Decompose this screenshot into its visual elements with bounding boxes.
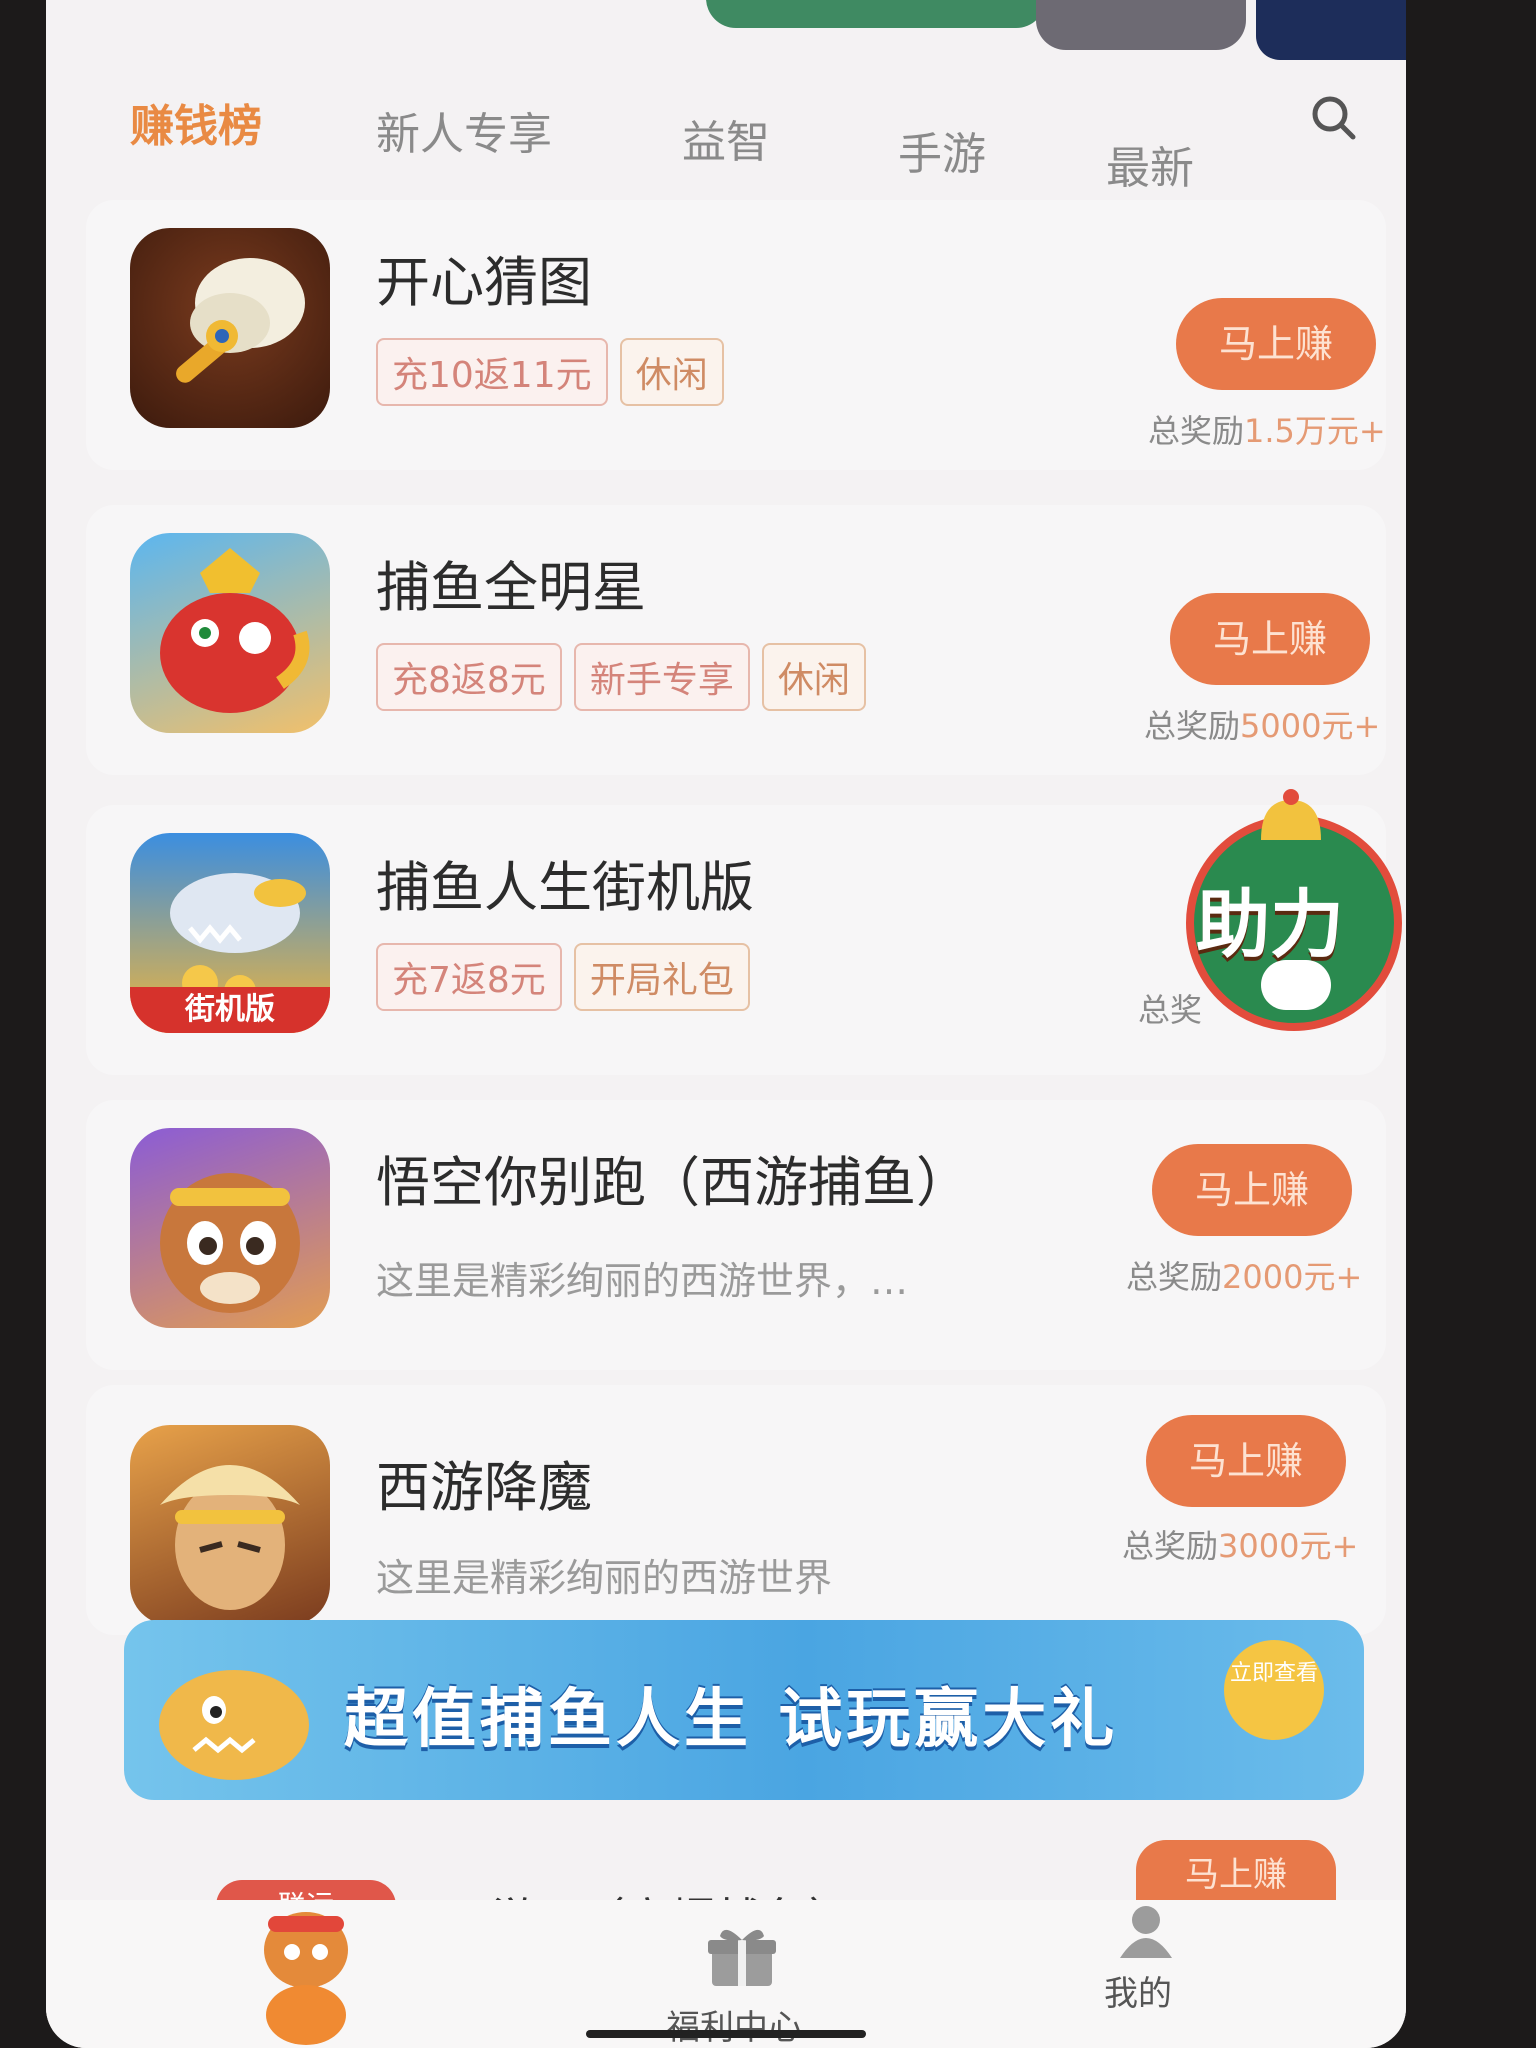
tab-puzzle[interactable]: 益智 — [682, 106, 770, 170]
nav-welfare-center[interactable]: 福利中心 — [666, 2000, 802, 2048]
game-title: 悟空你别跑（西游捕鱼） — [376, 1151, 970, 1214]
game-title: 捕鱼人生街机版 — [376, 856, 754, 919]
tag-category: 休闲 — [761, 643, 866, 711]
game-tags: 充7返8元 开局礼包 — [376, 943, 750, 1011]
tag-category: 休闲 — [619, 338, 724, 406]
santa-beard — [1261, 960, 1331, 1010]
promo-banner[interactable]: 超值捕鱼人生 试玩赢大礼 立即查看 — [124, 1620, 1364, 1800]
fish-mascot-icon — [159, 1670, 309, 1780]
bell-icon — [1261, 789, 1321, 840]
game-icon — [130, 1425, 330, 1625]
game-tags: 充8返8元 新手专享 休闲 — [376, 643, 866, 711]
banner-text: 超值捕鱼人生 试玩赢大礼 — [344, 1683, 1119, 1757]
top-banner-strip — [46, 0, 1406, 60]
game-card[interactable]: 悟空你别跑（西游捕鱼） 这里是精彩绚丽的西游世界，… 马上赚 总奖励2000元+ — [86, 1100, 1386, 1370]
earn-now-button[interactable]: 马上赚 — [1136, 1840, 1336, 1900]
game-card[interactable]: 西游降魔 这里是精彩绚丽的西游世界 马上赚 总奖励3000元+ — [86, 1385, 1386, 1635]
earn-now-button[interactable]: 马上赚 — [1176, 298, 1376, 390]
game-title: 西游降魔 — [376, 1456, 592, 1519]
earn-now-button[interactable]: 马上赚 — [1152, 1144, 1352, 1236]
game-card[interactable]: 开心猜图 充10返11元 休闲 马上赚 总奖励1.5万元+ — [86, 200, 1386, 470]
game-card[interactable]: 街机版 捕鱼人生街机版 充7返8元 开局礼包 总奖 助力 — [86, 789, 1402, 1075]
total-reward: 总奖励1.5万元+ — [1148, 412, 1386, 450]
game-tags: 充10返11元 休闲 — [376, 338, 724, 406]
bottom-nav: 福利中心 我的 — [46, 1900, 1406, 2048]
boost-badge[interactable]: 助力 — [1166, 785, 1402, 1031]
tag-recharge: 充8返8元 — [376, 643, 562, 711]
banner-view-button[interactable]: 立即查看 — [1224, 1640, 1324, 1740]
tag-newcomer: 新手专享 — [573, 643, 750, 711]
earn-now-button[interactable]: 马上赚 — [1170, 593, 1370, 685]
game-description: 这里是精彩绚丽的西游世界 — [376, 1556, 833, 1600]
game-title: 开心猜图 — [376, 251, 592, 314]
profile-icon[interactable] — [1116, 1900, 1176, 1960]
game-icon: 街机版 — [130, 833, 330, 1033]
home-indicator — [586, 2030, 866, 2038]
gift-icon[interactable] — [706, 1926, 778, 1988]
tab-newcomer[interactable]: 新人专享 — [376, 98, 552, 162]
app-screen: 赚钱榜 新人专享 益智 手游 最新 开心猜图 充10返11元 休闲 马上赚 总奖… — [46, 0, 1406, 2048]
earn-now-button[interactable]: 马上赚 — [1146, 1415, 1346, 1507]
boost-label: 助力 — [1196, 882, 1344, 968]
category-tabs: 赚钱榜 新人专享 益智 手游 最新 — [46, 60, 1406, 194]
nav-mine[interactable]: 我的 — [1104, 1966, 1172, 2015]
tab-mobile-games[interactable]: 手游 — [898, 118, 986, 182]
game-title: 捕鱼全明星 — [376, 556, 646, 619]
total-reward: 总奖励5000元+ — [1144, 707, 1381, 745]
tab-latest[interactable]: 最新 — [1106, 132, 1194, 196]
icon-caption: 街机版 — [130, 987, 330, 1033]
top-banner-navy[interactable] — [1256, 0, 1406, 60]
mascot-icon[interactable] — [246, 1880, 366, 2048]
total-reward: 总奖励3000元+ — [1122, 1527, 1359, 1565]
game-icon — [130, 228, 330, 428]
game-card[interactable]: 捕鱼全明星 充8返8元 新手专享 休闲 马上赚 总奖励5000元+ — [86, 505, 1386, 775]
tag-gift: 开局礼包 — [573, 943, 750, 1011]
game-icon — [130, 533, 330, 733]
search-icon[interactable] — [1308, 92, 1360, 144]
tab-earn-ranking[interactable]: 赚钱榜 — [130, 90, 262, 154]
total-reward: 总奖励2000元+ — [1126, 1258, 1363, 1296]
game-description: 这里是精彩绚丽的西游世界，… — [376, 1259, 909, 1303]
tag-recharge: 充10返11元 — [376, 338, 608, 406]
top-banner-gray[interactable] — [1036, 0, 1246, 50]
top-banner-green[interactable] — [706, 0, 1046, 28]
tag-recharge: 充7返8元 — [376, 943, 562, 1011]
game-icon — [130, 1128, 330, 1328]
